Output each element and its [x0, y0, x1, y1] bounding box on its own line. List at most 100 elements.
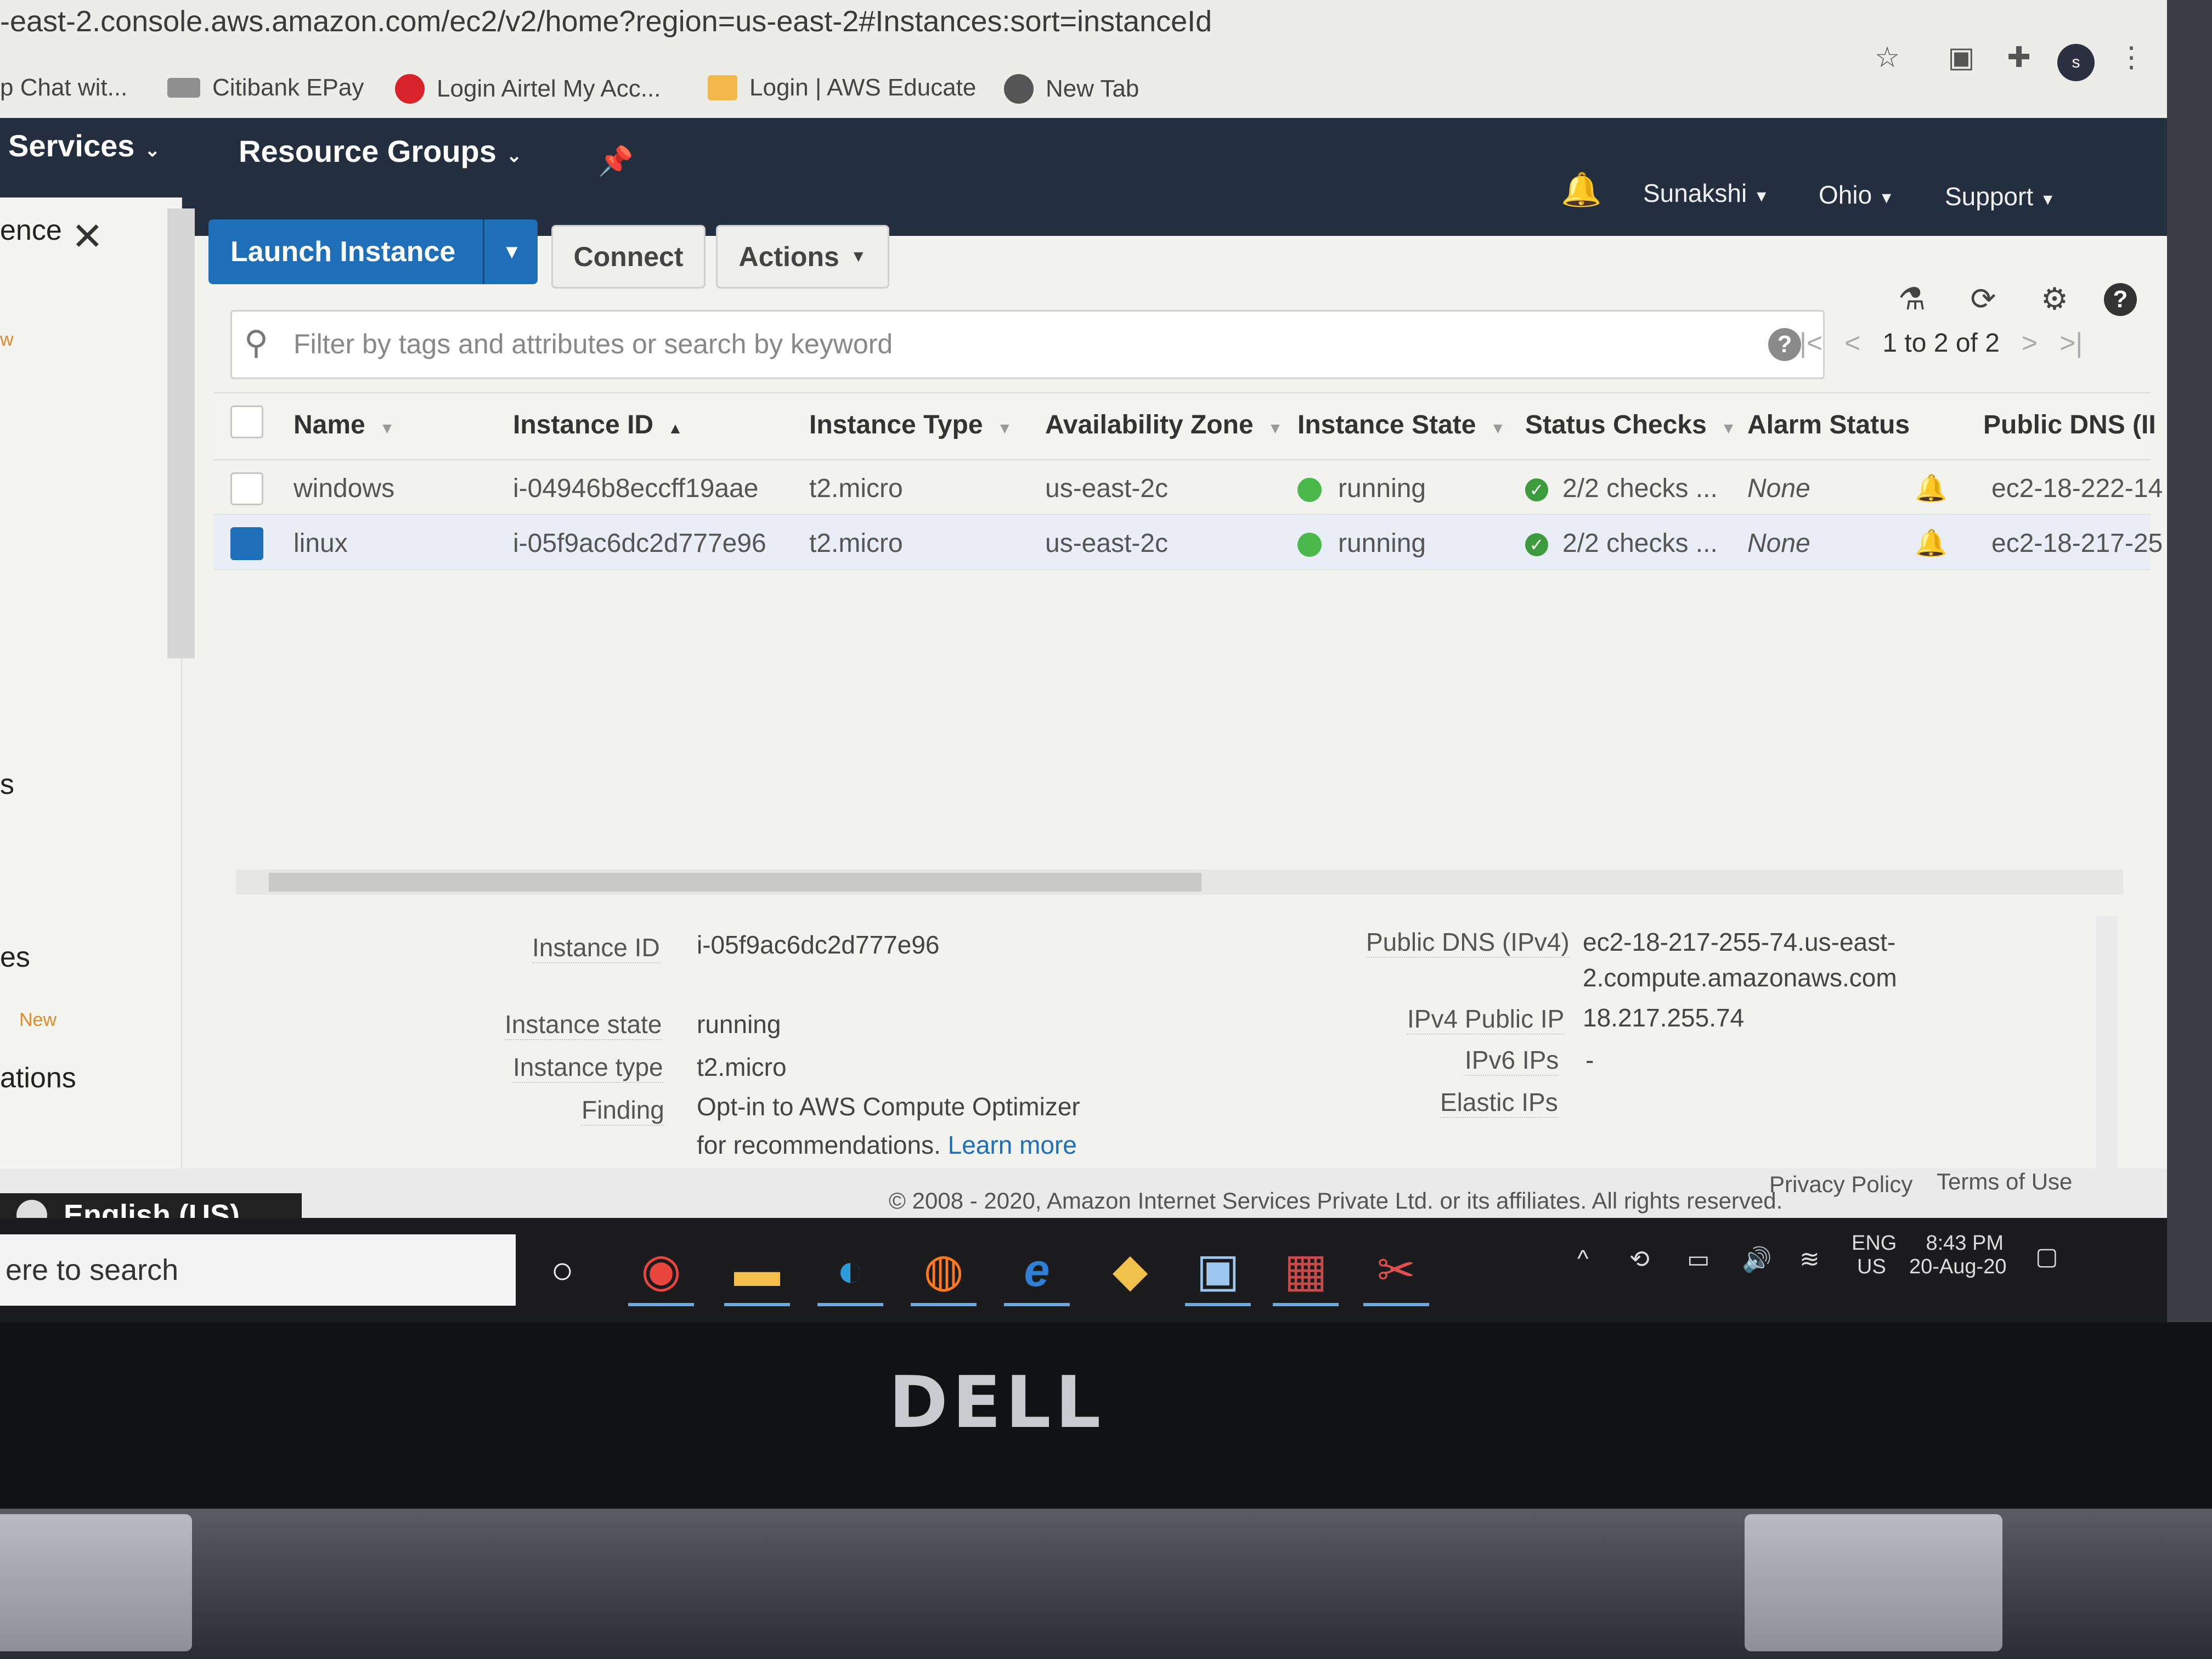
bookmark-aws-educate[interactable]: Login | AWS Educate	[708, 74, 976, 101]
edge-icon[interactable]: ◐	[817, 1237, 883, 1306]
close-icon[interactable]: ✕	[71, 214, 104, 259]
show-hidden-icons[interactable]: ^	[1577, 1245, 1589, 1273]
snipping-tool-icon[interactable]: ✂	[1363, 1237, 1429, 1306]
running-status-icon	[1297, 478, 1322, 503]
resource-groups-menu[interactable]: Resource Groups ⌄	[239, 133, 522, 169]
clock[interactable]: 8:43 PM 20-Aug-20	[1909, 1232, 2006, 1279]
bookmark-chat[interactable]: p Chat wit...	[0, 74, 127, 101]
chevron-down-icon: ⌄	[506, 145, 522, 166]
table-row[interactable]: linux i-05f9ac6dc2d777e96 t2.micro us-ea…	[214, 515, 2163, 570]
volume-icon[interactable]: 🔊	[1742, 1245, 1772, 1274]
sort-asc-icon: ▲	[668, 420, 683, 437]
taskbar-search-box[interactable]: ere to search	[0, 1234, 516, 1306]
bell-icon[interactable]: 🔔	[1561, 170, 1602, 209]
column-header-instance-id[interactable]: Instance ID ▲	[513, 410, 683, 440]
winrar-icon[interactable]: ▦	[1273, 1237, 1339, 1306]
detail-label: IPv6 IPs	[1465, 1045, 1559, 1076]
notifications-icon[interactable]: ▢	[2035, 1243, 2058, 1271]
network-sync-icon[interactable]: ⟲	[1629, 1245, 1650, 1273]
column-header-instance-state[interactable]: Instance State ▼	[1297, 410, 1505, 440]
column-header-status-checks[interactable]: Status Checks ▼	[1525, 410, 1736, 440]
address-bar[interactable]: -east-2.console.aws.amazon.com/ec2/v2/ho…	[0, 0, 2167, 52]
column-header-instance-type[interactable]: Instance Type ▼	[809, 410, 1012, 440]
flask-icon[interactable]: ⚗	[1893, 280, 1931, 318]
cell-availability-zone: us-east-2c	[1045, 474, 1169, 503]
file-explorer-icon[interactable]: ▬	[724, 1237, 790, 1306]
launch-instance-button[interactable]: Launch Instance ▼	[208, 219, 538, 284]
horizontal-scrollbar[interactable]	[236, 870, 2123, 895]
internet-explorer-icon[interactable]: e	[1004, 1237, 1070, 1306]
services-menu[interactable]: Services ⌄	[8, 128, 160, 163]
next-page-icon[interactable]: >	[2022, 327, 2038, 359]
battery-icon[interactable]: ▭	[1687, 1245, 1710, 1273]
launch-options-dropdown[interactable]: ▼	[483, 219, 539, 284]
sidebar-item-partial[interactable]: ations	[0, 1062, 76, 1094]
column-header-alarm-status[interactable]: Alarm Status	[1747, 410, 1910, 440]
column-header-availability-zone[interactable]: Availability Zone ▼	[1045, 410, 1283, 440]
bookmark-citibank[interactable]: Citibank EPay	[167, 74, 364, 101]
help-icon[interactable]: ?	[2104, 283, 2137, 316]
lang-code: ENG	[1852, 1232, 1897, 1255]
detail-ipv4: 18.217.255.74	[1583, 1003, 1745, 1032]
hinge-right	[1745, 1514, 2002, 1651]
sidebar-item-partial[interactable]: s	[0, 768, 14, 801]
remote-desktop-icon[interactable]: ▣	[1185, 1237, 1251, 1306]
chevron-down-icon: ▾	[1882, 187, 1892, 208]
terms-of-use-link[interactable]: Terms of Use	[1937, 1169, 2072, 1195]
gear-icon[interactable]: ⚙	[2035, 280, 2074, 318]
instances-panel: Launch Instance ▼ Connect Actions ▼ ⚗ ⟳ …	[203, 208, 2163, 1185]
column-header-public-dns[interactable]: Public DNS (II	[1983, 410, 2156, 440]
python-icon[interactable]: ◆	[1097, 1237, 1163, 1306]
sidebar-item-partial[interactable]: es	[0, 941, 30, 974]
bookmark-airtel[interactable]: Login Airtel My Acc...	[395, 74, 661, 104]
scrollbar-thumb[interactable]	[269, 873, 1201, 891]
column-label: Instance Type	[809, 410, 983, 439]
region-menu[interactable]: Ohio ▾	[1819, 180, 1891, 210]
pin-icon[interactable]: 📌	[598, 144, 634, 178]
url-text[interactable]: -east-2.console.aws.amazon.com/ec2/v2/ho…	[0, 4, 1212, 38]
user-menu[interactable]: Sunakshi ▾	[1643, 178, 1766, 208]
region-name: Ohio	[1819, 180, 1872, 209]
extensions-icon[interactable]: ✚	[2002, 41, 2035, 74]
first-page-icon[interactable]: |<	[1799, 327, 1822, 359]
page-range-text: 1 to 2 of 2	[1882, 328, 2000, 358]
instances-table: Name ▼ Instance ID ▲ Instance Type ▼ Availa…	[214, 392, 2163, 570]
input-language[interactable]: ENG US	[1852, 1232, 1897, 1279]
last-page-icon[interactable]: >|	[2059, 327, 2083, 359]
learn-more-link[interactable]: Learn more	[948, 1131, 1077, 1159]
search-input[interactable]	[292, 324, 1721, 364]
firefox-icon[interactable]: ◍	[911, 1237, 977, 1306]
sidebar-item-partial[interactable]: w	[0, 329, 14, 351]
row-checkbox[interactable]	[230, 527, 263, 560]
pocket-icon[interactable]: ▣	[1945, 41, 1978, 74]
chevron-down-icon: ▾	[1757, 185, 1767, 206]
column-header-name[interactable]: Name ▼	[294, 410, 394, 440]
table-header: Name ▼ Instance ID ▲ Instance Type ▼ Availa…	[214, 392, 2156, 460]
alarm-bell-icon[interactable]: 🔔	[1915, 472, 1948, 504]
table-row[interactable]: windows i-04946b8eccff19aae t2.micro us-…	[214, 460, 2163, 515]
prev-page-icon[interactable]: <	[1844, 327, 1860, 359]
alarm-bell-icon[interactable]: 🔔	[1915, 527, 1948, 558]
support-menu[interactable]: Support ▾	[1945, 182, 2052, 211]
bookmark-new-tab[interactable]: New Tab	[1004, 74, 1139, 104]
bookmarks-bar: p Chat wit... Citibank EPay Login Airtel…	[0, 42, 2167, 118]
star-icon[interactable]: ☆	[1871, 41, 1904, 74]
aws-educate-icon	[708, 75, 737, 100]
privacy-policy-link[interactable]: Privacy Policy	[1769, 1171, 1912, 1198]
search-help-icon[interactable]: ?	[1768, 328, 1801, 361]
sort-icon: ▼	[1267, 420, 1283, 437]
details-scrollbar[interactable]	[2096, 916, 2118, 1169]
sidebar-scrollbar[interactable]	[167, 208, 195, 658]
profile-avatar[interactable]: s	[2057, 44, 2095, 81]
select-all-checkbox[interactable]	[230, 405, 263, 438]
cortana-icon[interactable]: ○	[529, 1237, 595, 1306]
actions-button[interactable]: Actions ▼	[716, 225, 889, 289]
refresh-icon[interactable]: ⟳	[1964, 280, 2002, 318]
more-menu-icon[interactable]: ⋮	[2115, 41, 2148, 74]
chrome-icon[interactable]: ◉	[628, 1237, 694, 1306]
cell-name: windows	[294, 474, 395, 503]
wifi-icon[interactable]: ≋	[1799, 1245, 1820, 1273]
left-sidebar: ence ✕ w s es New ations	[0, 198, 182, 1185]
row-checkbox[interactable]	[230, 472, 263, 505]
connect-button[interactable]: Connect	[551, 225, 706, 289]
